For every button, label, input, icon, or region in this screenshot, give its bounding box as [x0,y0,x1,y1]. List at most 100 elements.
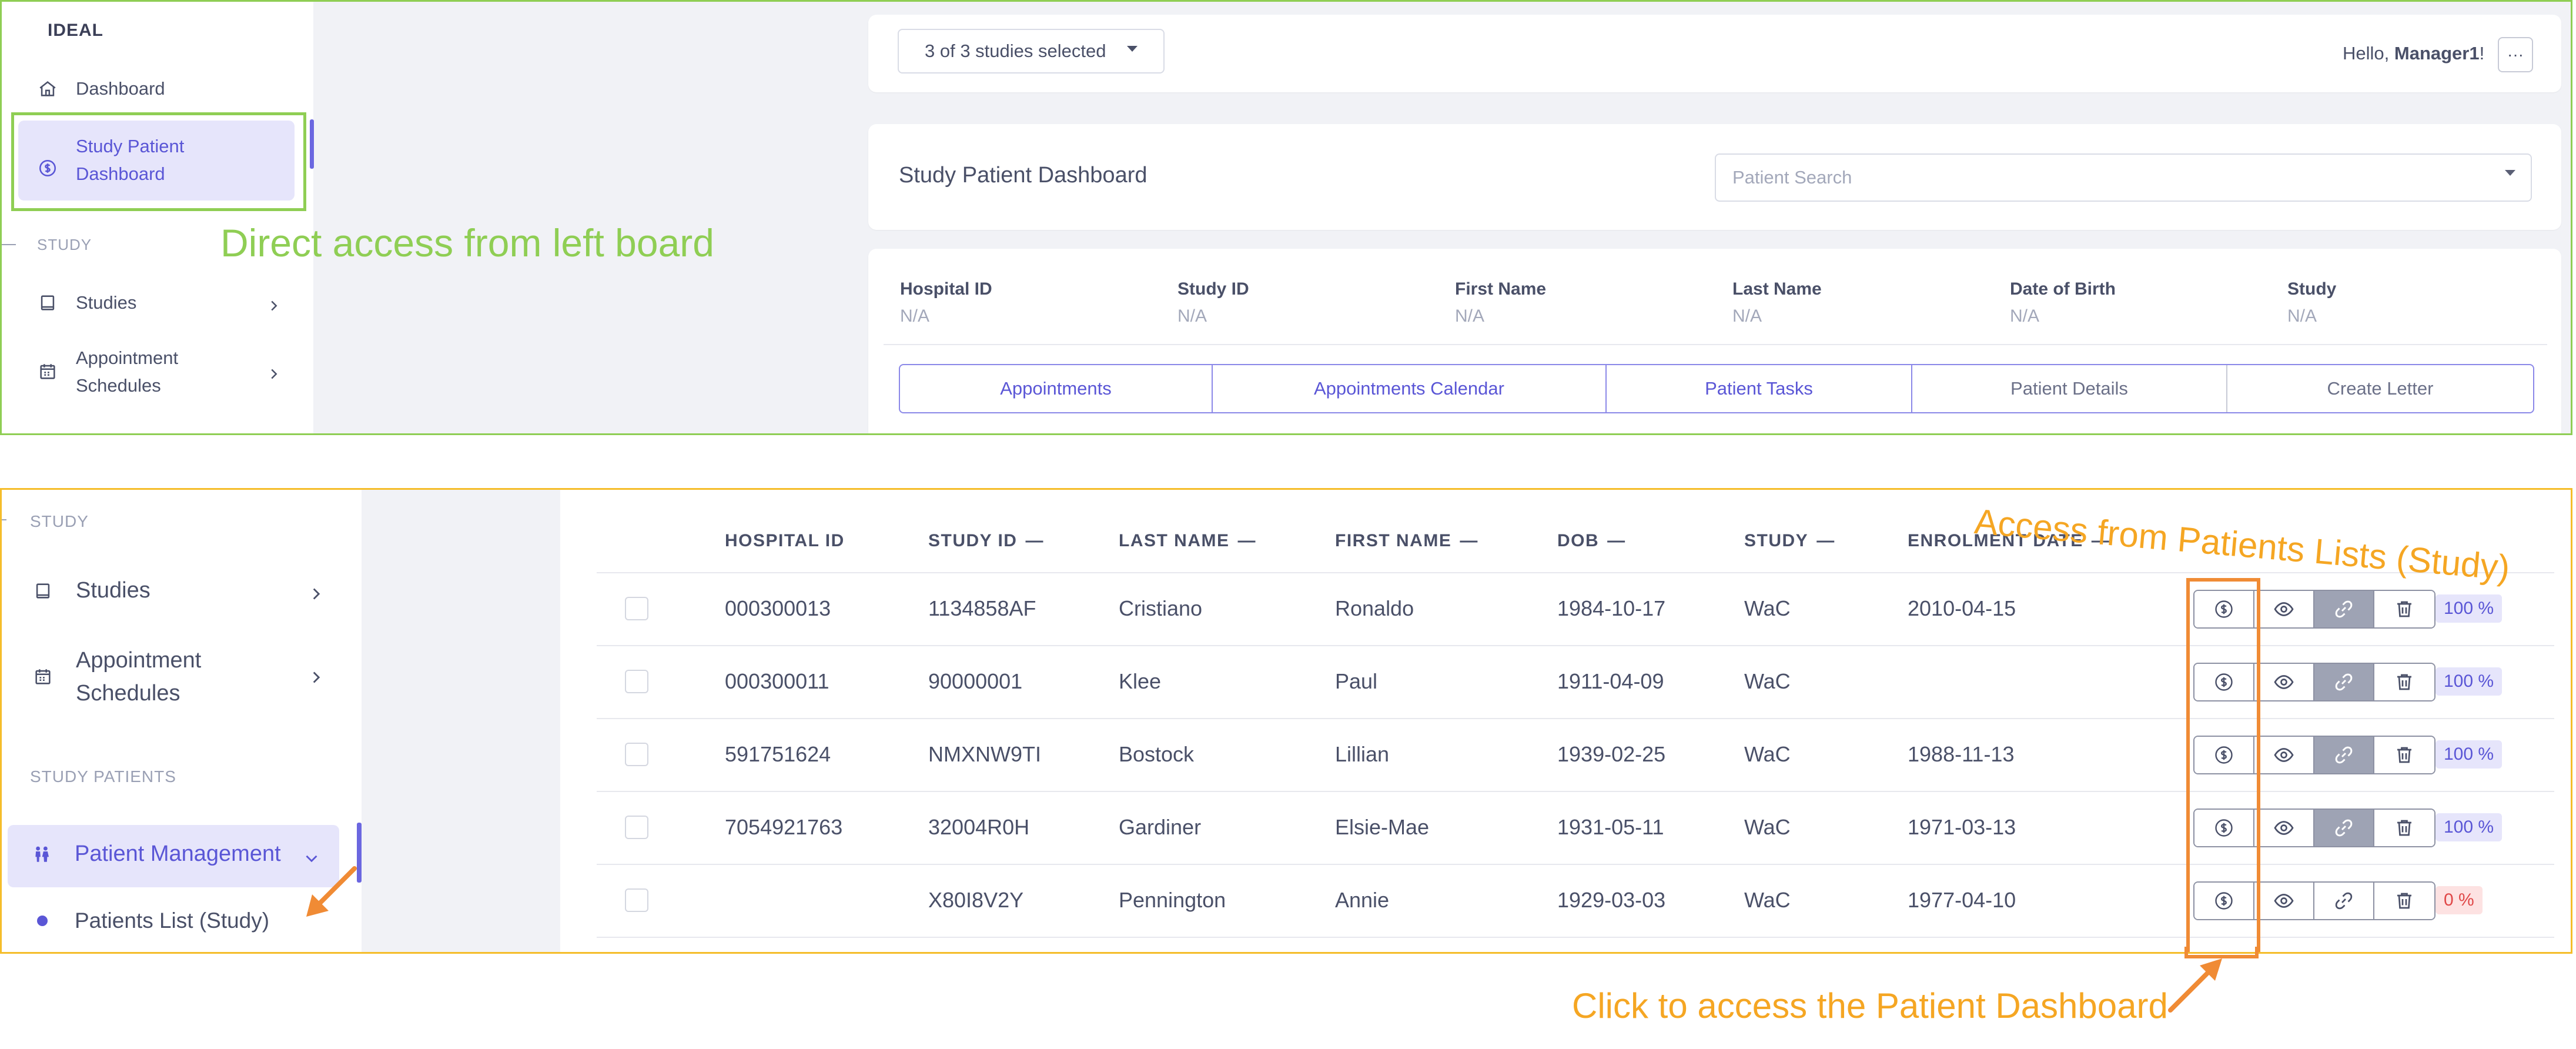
sidebar-item-studies[interactable]: Studies [31,578,150,603]
sidebar-item-dashboard[interactable]: Dashboard [36,77,165,101]
trash-icon [2397,674,2411,690]
eye-icon [2274,748,2294,762]
view-button[interactable] [2254,810,2314,846]
cell-dob: 1939-02-25 [1557,742,1666,766]
info-value-last-name: N/A [1732,306,1762,326]
cell-dob: 1931-05-11 [1557,815,1664,839]
sidebar-item-label: Patients List (Study) [75,908,270,933]
cell-study-id: 1134858AF [928,596,1036,620]
column-header-dob[interactable]: DOB — [1557,531,1626,551]
divider [597,572,2554,573]
delete-button[interactable] [2374,883,2434,919]
annotation-direct-access: Direct access from left board [220,221,714,265]
delete-button[interactable] [2374,591,2434,627]
cell-enrolment-date: 1988-11-13 [1908,742,2015,766]
view-button[interactable] [2254,664,2314,700]
row-checkbox[interactable] [625,816,648,839]
cell-dob: 1984-10-17 [1557,596,1666,620]
link-button[interactable] [2314,737,2374,773]
delete-button[interactable] [2374,810,2434,846]
sidebar-item-label: Study Patient Dashboard [76,136,185,184]
more-options-button[interactable]: ··· [2498,37,2533,72]
sidebar-item-label: Dashboard [76,78,165,99]
tab-patient-details[interactable]: Patient Details [1912,365,2227,412]
info-value-date-of-birth: N/A [2010,306,2040,326]
view-button[interactable] [2254,591,2314,627]
link-icon [2335,600,2353,618]
delete-button[interactable] [2374,737,2434,773]
annotation-click-dashboard: Click to access the Patient Dashboard [1572,986,2168,1025]
tab-appointments[interactable]: Appointments [900,365,1213,412]
info-value-first-name: N/A [1455,306,1485,326]
cell-study: WaC [1744,888,1791,912]
sidebar-item-patients-list[interactable]: Patients List (Study) [37,908,269,933]
cell-study-id: X80I8V2Y [928,888,1024,912]
cell-first-name: Elsie-Mae [1335,815,1430,839]
link-button[interactable] [2314,810,2374,846]
cell-dob: 1911-04-09 [1557,669,1664,693]
divider [597,937,2554,938]
cell-hospital-id: 000300011 [725,669,829,693]
section-label-study: STUDY [30,512,89,530]
trash-icon [2397,820,2411,836]
page-title: Study Patient Dashboard [899,163,1148,188]
sidebar: IDEAL Dashboard Study Patient Dashboard … [2,2,314,433]
link-icon [2335,746,2353,764]
studies-selector[interactable]: 3 of 3 studies selected [898,29,1165,74]
view-button[interactable] [2254,737,2314,773]
tab-patient-tasks[interactable]: Patient Tasks [1607,365,1912,412]
chevron-right-icon [313,672,320,683]
caret-down-icon [1127,46,1138,52]
column-header-study[interactable]: STUDY — [1744,531,1835,551]
patient-search-select[interactable]: Patient Search [1715,153,2532,202]
link-button[interactable] [2314,664,2374,700]
sidebar-item-appointment-schedules[interactable]: Appointment Schedules [31,644,252,710]
trash-icon [2397,747,2411,763]
active-indicator [310,119,314,169]
column-header-last-name[interactable]: LAST NAME — [1119,531,1256,551]
info-label-study: Study [2287,279,2337,299]
sidebar-item-study-patient-dashboard-content[interactable]: Study Patient Dashboard [36,132,223,188]
cell-first-name: Paul [1335,669,1378,693]
section-dash [2,519,6,520]
row-checkbox[interactable] [625,743,648,766]
section-label-study: STUDY [37,236,92,253]
cell-study-id: NMXNW9TI [928,742,1041,766]
info-label-hospital-id: Hospital ID [900,279,992,299]
column-header-first-name[interactable]: FIRST NAME — [1335,531,1478,551]
info-value-study: N/A [2287,306,2317,326]
row-checkbox[interactable] [625,670,648,693]
chevron-right-icon [313,588,320,600]
link-button[interactable] [2314,883,2374,919]
link-button[interactable] [2314,591,2374,627]
completion-badge: 0 % [2436,886,2483,914]
cell-study-id: 32004R0H [928,815,1030,839]
sidebar-item-label: Appointment Schedules [76,348,179,396]
row-checkbox[interactable] [625,888,648,912]
section-dash [2,244,16,245]
sidebar-item-appointment-schedules[interactable]: Appointment Schedules [36,344,205,399]
cell-enrolment-date: 1971-03-13 [1908,815,2016,839]
tab-appointments-calendar[interactable]: Appointments Calendar [1213,365,1607,412]
row-checkbox[interactable] [625,597,648,620]
cell-last-name: Bostock [1119,742,1195,766]
eye-icon [2274,894,2294,908]
completion-badge: 100 % [2436,813,2503,841]
sidebar-item-patient-management-content[interactable]: Patient Management [30,841,281,867]
dashboard-header-card: Study Patient Dashboard Patient Search [868,124,2561,230]
column-header-study-id[interactable]: STUDY ID — [928,531,1044,551]
cell-last-name: Cristiano [1119,596,1203,620]
sidebar-item-studies[interactable]: Studies [36,291,136,315]
view-button[interactable] [2254,883,2314,919]
tab-create-letter[interactable]: Create Letter [2227,365,2533,412]
completion-badge: 100 % [2436,740,2503,769]
divider [597,791,2554,792]
chevron-right-icon [271,300,277,311]
delete-button[interactable] [2374,664,2434,700]
info-value-hospital-id: N/A [900,306,930,326]
divider [597,864,2554,865]
cell-study-id: 90000001 [928,669,1023,693]
app-brand: IDEAL [48,21,103,40]
sidebar-item-label: Studies [76,292,137,313]
link-icon [2335,892,2353,910]
